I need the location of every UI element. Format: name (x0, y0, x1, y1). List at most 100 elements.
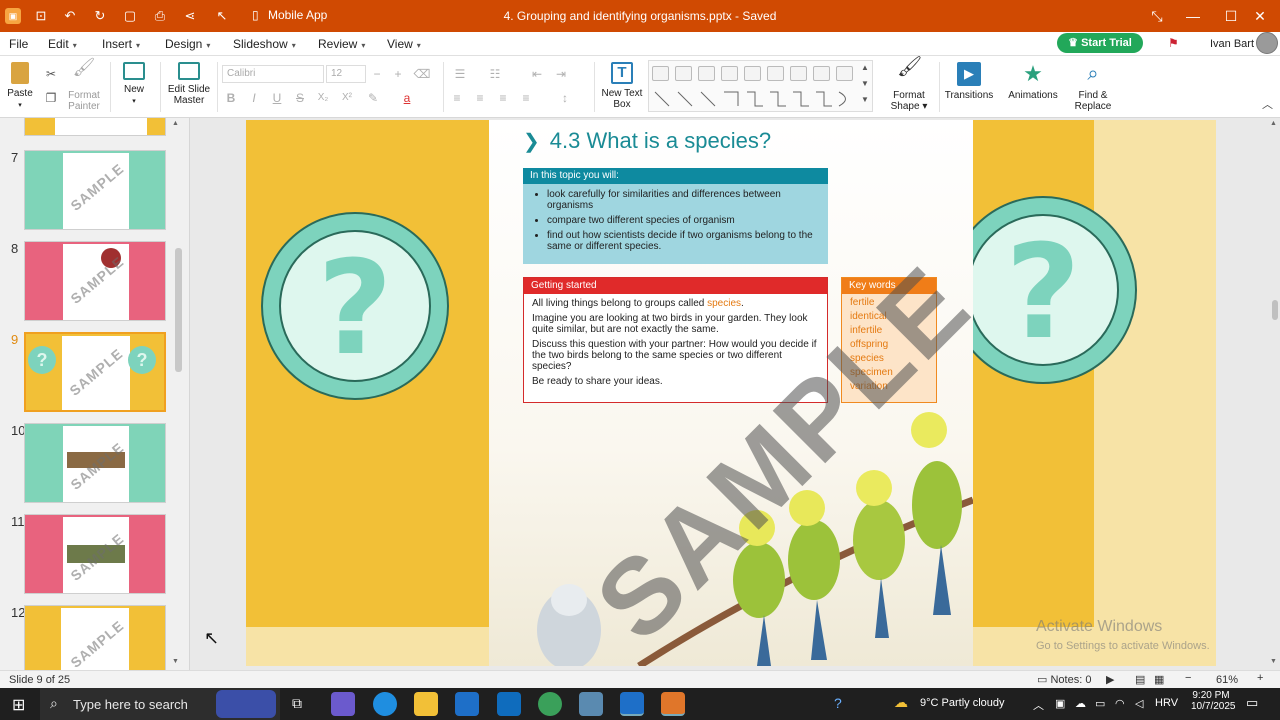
bullet-list-icon[interactable]: ☰ (451, 65, 469, 83)
canvas-scroll-up-icon[interactable]: ▲ (1270, 120, 1277, 127)
slide-thumbnail[interactable]: SAMPLE (24, 605, 166, 670)
file-explorer-icon[interactable] (414, 692, 438, 716)
slide-thumbnail-selected[interactable]: ? ? SAMPLE (24, 332, 166, 412)
align-right-icon[interactable]: ≡ (494, 89, 512, 107)
gallery-more-icon[interactable]: ▼ (861, 95, 869, 104)
slide-thumbnail[interactable] (24, 118, 166, 136)
font-name-field[interactable]: Calibri (222, 65, 324, 83)
app-icon[interactable] (579, 692, 603, 716)
menu-view[interactable]: View ▾ (387, 37, 421, 51)
shape-rect[interactable] (790, 66, 807, 81)
increase-indent-icon[interactable]: ⇥ (552, 65, 570, 83)
cloud-icon[interactable]: ☁ (1075, 697, 1086, 710)
shape-gallery[interactable]: ▲ ▼ ▼ (648, 60, 873, 112)
new-slide-button[interactable]: New ▾ (118, 62, 150, 107)
copilot-icon[interactable] (331, 692, 355, 716)
battery-icon[interactable]: ▭ (1095, 697, 1105, 710)
volume-icon[interactable]: ◁ (1135, 697, 1143, 710)
gallery-up-icon[interactable]: ▲ (861, 63, 869, 72)
shape-rect[interactable] (675, 66, 692, 81)
avatar[interactable] (1256, 32, 1278, 54)
subscript-button[interactable]: X₂ (314, 89, 332, 107)
chrome-icon[interactable] (538, 692, 562, 716)
meet-icon[interactable]: ▣ (1055, 697, 1065, 710)
shape-rect[interactable] (744, 66, 761, 81)
notification-center-icon[interactable]: ▭ (1246, 695, 1258, 711)
task-view-icon[interactable]: ⧉ (292, 695, 302, 712)
taskbar-search[interactable]: ⌕ Type here to search (40, 688, 280, 720)
shape-rect[interactable] (836, 66, 853, 81)
shape-rect[interactable] (767, 66, 784, 81)
increase-font-icon[interactable]: + (389, 65, 407, 83)
help-icon[interactable]: ? (834, 695, 842, 711)
font-size-field[interactable]: 12 (326, 65, 366, 83)
start-trial-button[interactable]: ♛ Start Trial (1057, 33, 1143, 53)
slide-thumbnail[interactable]: SAMPLE (24, 241, 166, 321)
menu-file[interactable]: File (9, 37, 28, 51)
edit-slide-master-button[interactable]: Edit Slide Master (167, 62, 211, 106)
animations-button[interactable]: ★ Animations (1007, 62, 1059, 102)
underline-button[interactable]: U (268, 89, 286, 107)
align-center-icon[interactable]: ≡ (471, 89, 489, 107)
close-button[interactable]: ✕ (1240, 0, 1280, 32)
normal-view-icon[interactable]: ▤ (1135, 673, 1145, 686)
decrease-font-icon[interactable]: − (368, 65, 386, 83)
menu-edit[interactable]: Edit ▾ (48, 37, 77, 51)
menu-insert[interactable]: Insert ▾ (102, 37, 140, 51)
writer-icon[interactable] (620, 692, 644, 716)
shape-rect[interactable] (698, 66, 715, 81)
shape-rect[interactable] (721, 66, 738, 81)
play-icon[interactable]: ▶ (1106, 673, 1114, 686)
find-replace-button[interactable]: ⌕ Find & Replace (1072, 62, 1114, 112)
line-shapes[interactable] (652, 89, 852, 109)
bold-button[interactable]: B (222, 89, 240, 107)
menu-slideshow[interactable]: Slideshow ▾ (233, 37, 296, 51)
cut-icon[interactable]: ✂ (42, 65, 60, 83)
collapse-icon[interactable]: ⤡ (1137, 0, 1177, 32)
edge-icon[interactable] (373, 692, 397, 716)
clock[interactable]: 9:20 PM 10/7/2025 (1191, 690, 1236, 712)
new-text-box-button[interactable]: T New Text Box (600, 62, 644, 110)
zoom-level[interactable]: 61% (1216, 674, 1238, 686)
clear-format-icon[interactable]: ⌫ (413, 65, 431, 83)
store-icon[interactable] (455, 692, 479, 716)
windows-start-icon[interactable]: ⊞ (12, 695, 25, 715)
wifi-icon[interactable]: ◠ (1115, 697, 1125, 710)
notification-icon[interactable]: ⚑ (1168, 36, 1179, 50)
italic-button[interactable]: I (245, 89, 263, 107)
line-spacing-icon[interactable]: ↕ (556, 89, 574, 107)
collapse-ribbon-icon[interactable]: ︿ (1262, 96, 1273, 112)
outlook-icon[interactable] (497, 692, 521, 716)
transitions-button[interactable]: ▶ Transitions (944, 62, 994, 101)
format-shape-button[interactable]: 🖌 Format Shape ▾ (886, 57, 932, 112)
sorter-view-icon[interactable]: ▦ (1154, 673, 1164, 686)
highlight-icon[interactable]: ✎ (364, 89, 382, 107)
zoom-out-icon[interactable]: − (1185, 672, 1191, 684)
superscript-button[interactable]: X² (338, 89, 356, 107)
canvas-scroll-down-icon[interactable]: ▼ (1270, 658, 1277, 665)
notes-button[interactable]: ▭ Notes: 0 (1037, 673, 1091, 686)
minimize-button[interactable]: — (1173, 0, 1213, 32)
weather-text[interactable]: 9°C Partly cloudy (920, 697, 1005, 709)
copy-icon[interactable]: ❐ (42, 89, 60, 107)
justify-icon[interactable]: ≡ (517, 89, 535, 107)
scrollbar-thumb[interactable] (175, 248, 182, 372)
font-color-icon[interactable]: a (398, 89, 416, 107)
zoom-in-icon[interactable]: + (1257, 672, 1263, 684)
shape-rect[interactable] (652, 66, 669, 81)
slide-thumbnail[interactable]: SAMPLE (24, 150, 166, 230)
decrease-indent-icon[interactable]: ⇤ (528, 65, 546, 83)
format-painter-button[interactable]: 🖌 Format Painter (64, 58, 104, 112)
gallery-down-icon[interactable]: ▼ (861, 79, 869, 88)
numbered-list-icon[interactable]: ☷ (486, 65, 504, 83)
shape-rect[interactable] (813, 66, 830, 81)
slide-thumbnail[interactable]: SAMPLE (24, 423, 166, 503)
strikethrough-button[interactable]: S (291, 89, 309, 107)
tray-chevron-icon[interactable]: ︿ (1033, 697, 1044, 713)
scroll-down-icon[interactable]: ▼ (172, 658, 179, 665)
language-indicator[interactable]: HRV (1155, 697, 1178, 709)
paste-button[interactable]: Paste ▾ (4, 62, 36, 111)
menu-design[interactable]: Design ▾ (165, 37, 210, 51)
canvas-scrollbar-thumb[interactable] (1272, 300, 1278, 320)
slide-thumbnail[interactable]: SAMPLE (24, 514, 166, 594)
